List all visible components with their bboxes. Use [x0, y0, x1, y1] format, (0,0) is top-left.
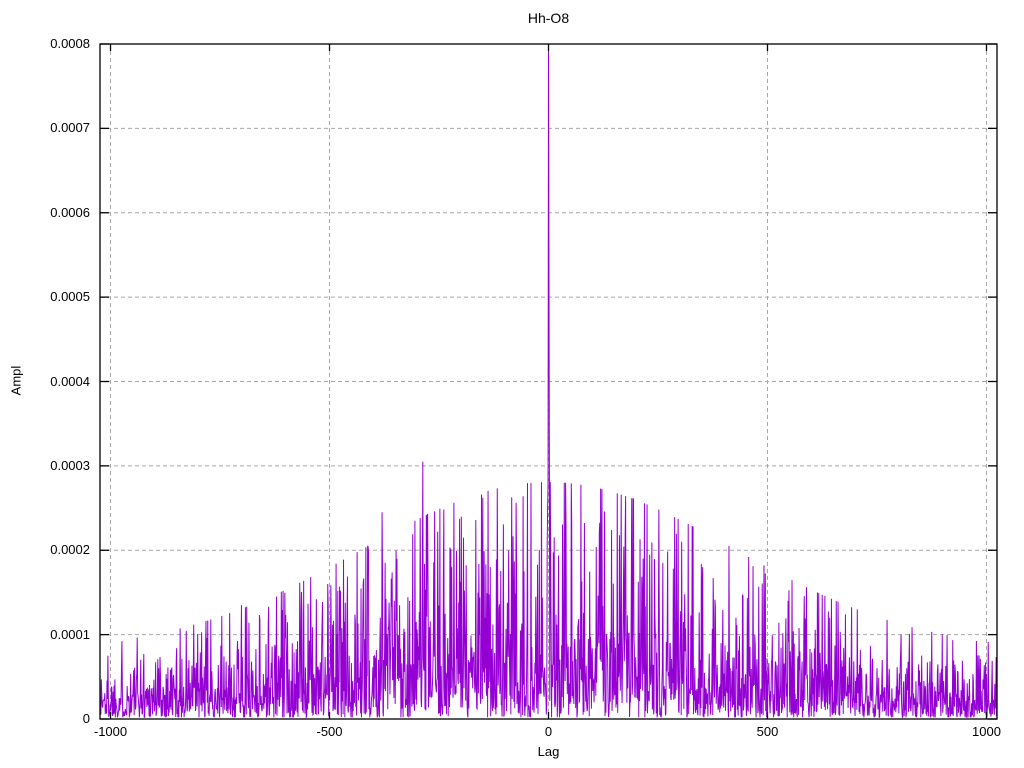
x-axis-label: Lag	[537, 744, 560, 759]
chart-figure: Hh-O8 Lag Ampl 0 0.0001 0.0002 0.0003 0.0004…	[0, 0, 1024, 768]
y-tick-label-3: 0.0003	[50, 457, 90, 473]
y-tick-label-1: 0.0001	[50, 626, 90, 642]
y-tick-label-6: 0.0006	[50, 204, 90, 220]
y-tick-label-5: 0.0005	[50, 289, 90, 305]
chart-title: Hh-O8	[527, 10, 570, 26]
x-tick-label-1: -500	[316, 724, 343, 739]
y-tick-label-8: 0.0008	[50, 36, 90, 51]
data-series-line	[100, 50, 998, 719]
y-tick-label-2: 0.0002	[50, 542, 90, 558]
x-tick-label-3: 500	[756, 724, 779, 739]
x-tick-label-4: 1000	[972, 724, 1001, 739]
plot-canvas	[99, 43, 998, 720]
x-tick-label-2: 0	[544, 724, 553, 739]
x-tick-label-0: -1000	[93, 724, 128, 739]
y-tick-label-4: 0.0004	[50, 373, 90, 389]
y-tick-label-7: 0.0007	[50, 120, 90, 136]
